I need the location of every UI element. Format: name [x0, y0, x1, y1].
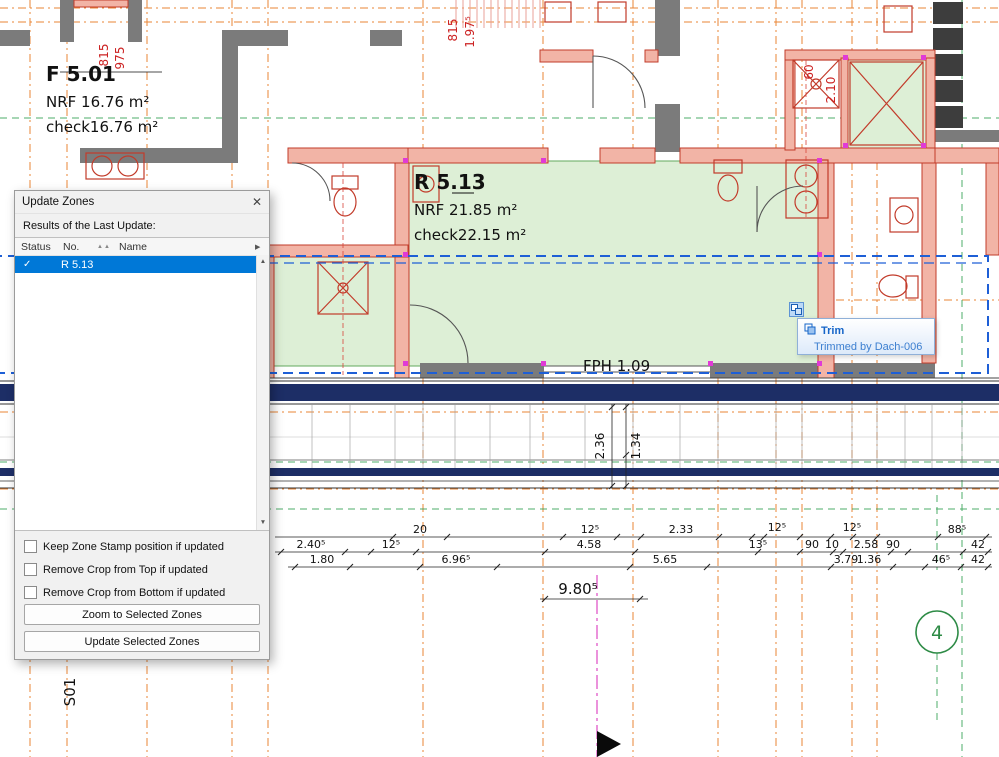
scroll-up-icon[interactable]: ▲	[257, 256, 269, 268]
status-check-icon: ✓	[23, 259, 32, 270]
tooltip-title: Trim	[821, 325, 845, 337]
column-status[interactable]: Status	[15, 241, 63, 253]
dim-label: 6.96⁵	[442, 553, 471, 566]
dim-label: 90	[805, 538, 819, 551]
tooltip-title-row: Trim	[804, 322, 928, 340]
checkbox-label: Remove Crop from Bottom if updated	[43, 586, 226, 599]
zone-nrf: NRF 21.85 m²	[414, 201, 517, 219]
dim-label: 10	[825, 538, 839, 551]
zone-name: R 5.13	[414, 170, 486, 194]
dim-label: 2.58	[854, 538, 879, 551]
grid-bubble-4: 4	[915, 610, 959, 654]
trim-tooltip: Trim Trimmed by Dach-006	[797, 318, 935, 355]
checkbox-remove-crop-bottom[interactable]: Remove Crop from Bottom if updated	[24, 585, 225, 600]
dim-label: 42	[971, 553, 985, 566]
dim-label: 20	[413, 523, 427, 536]
dim-label: 46⁵	[932, 553, 950, 566]
dim-label: 815	[446, 19, 460, 42]
zone-check: check16.76 m²	[46, 118, 158, 136]
header-more-icon[interactable]: ▶	[255, 243, 269, 251]
dim-label: 12⁵	[581, 523, 599, 536]
trim-cursor-badge	[789, 302, 804, 317]
dim-label: 42	[971, 538, 985, 551]
checkbox-remove-crop-top[interactable]: Remove Crop from Top if updated	[24, 562, 208, 577]
wall-hatched-shaft	[933, 2, 963, 128]
scroll-down-icon[interactable]: ▼	[257, 517, 269, 529]
zone-label-fph: FPH 1.09	[583, 357, 650, 375]
checkbox-label: Remove Crop from Top if updated	[43, 563, 208, 576]
list-scrollbar[interactable]: ▲ ▼	[256, 255, 269, 530]
trim-badge-icon	[791, 304, 802, 315]
update-zones-dialog: Update Zones ✕ Results of the Last Updat…	[14, 190, 270, 660]
dim-label: 2.36	[593, 433, 607, 460]
dim-label: 12⁵	[768, 521, 786, 534]
checkbox-box[interactable]	[24, 540, 37, 553]
dim-label: 2.10	[824, 77, 838, 104]
column-name[interactable]: Name	[119, 241, 255, 253]
section-marker-triangle	[597, 731, 621, 757]
screenshot-root: 2.36 1.34 20 12⁵ 2.33 12⁵ 12⁵ 88⁵ 2.40⁵ …	[0, 0, 999, 757]
dim-total-label: 9.80⁵	[558, 580, 597, 598]
sort-asc-icon: ▲▲	[97, 243, 111, 250]
results-label: Results of the Last Update:	[23, 220, 156, 232]
checkbox-label: Keep Zone Stamp position if updated	[43, 540, 225, 553]
section-label: S01	[61, 678, 79, 707]
dim-label: 12⁵	[843, 521, 861, 534]
zone-name: F 5.01	[46, 62, 116, 86]
dim-label: 88⁵	[948, 523, 966, 536]
checkbox-box[interactable]	[24, 563, 37, 576]
dim-label: 1.80	[310, 553, 335, 566]
dim-label: 13⁵	[749, 538, 767, 551]
update-selected-zones-button[interactable]: Update Selected Zones	[24, 631, 260, 652]
dialog-titlebar[interactable]: Update Zones ✕	[15, 191, 269, 214]
dim-label: 12⁵	[382, 538, 400, 551]
zone-results-list: Status No. ▲▲ Name ▶ ✓ R 5.13 ▲ ▼	[15, 237, 269, 531]
dim-label: 1.97⁵	[463, 16, 477, 48]
zone-row-name: R 5.13	[61, 258, 94, 271]
zoom-to-selected-zones-button[interactable]: Zoom to Selected Zones	[24, 604, 260, 625]
dim-label: 2.33	[669, 523, 694, 536]
zone-nrf: NRF 16.76 m²	[46, 93, 149, 111]
dimension-labels: 20 12⁵ 2.33 12⁵ 12⁵ 88⁵ 2.40⁵ 12⁵ 4.58 1…	[297, 521, 985, 598]
dim-label: 4.58	[577, 538, 602, 551]
checkbox-box[interactable]	[24, 586, 37, 599]
zone-check: check22.15 m²	[414, 226, 526, 244]
dim-label: 2.40⁵	[297, 538, 326, 551]
dialog-title: Update Zones	[22, 196, 95, 208]
zone-row-r513[interactable]: ✓ R 5.13	[15, 256, 257, 273]
dim-label: 3.79	[834, 553, 859, 566]
list-header[interactable]: Status No. ▲▲ Name ▶	[15, 238, 269, 256]
trim-icon	[804, 322, 816, 340]
dim-label: 1.36	[857, 553, 882, 566]
dim-label: 60	[802, 64, 816, 79]
checkbox-keep-zone-stamp[interactable]: Keep Zone Stamp position if updated	[24, 539, 224, 554]
column-no[interactable]: No.	[63, 241, 97, 253]
zone-stamp-f501[interactable]: F 5.01 NRF 16.76 m² check16.76 m²	[46, 62, 162, 136]
red-dimension-labels: 815 975 815 1.97⁵ 60 2.10	[97, 16, 838, 103]
tooltip-body: Trimmed by Dach-006	[814, 341, 923, 353]
close-icon[interactable]: ✕	[252, 195, 262, 209]
dim-label: 5.65	[653, 553, 678, 566]
dim-label: 90	[886, 538, 900, 551]
dim-label: 1.34	[629, 433, 643, 460]
grid-bubble-label: 4	[931, 622, 943, 644]
vertical-dimensions: 2.36 1.34	[593, 403, 643, 490]
